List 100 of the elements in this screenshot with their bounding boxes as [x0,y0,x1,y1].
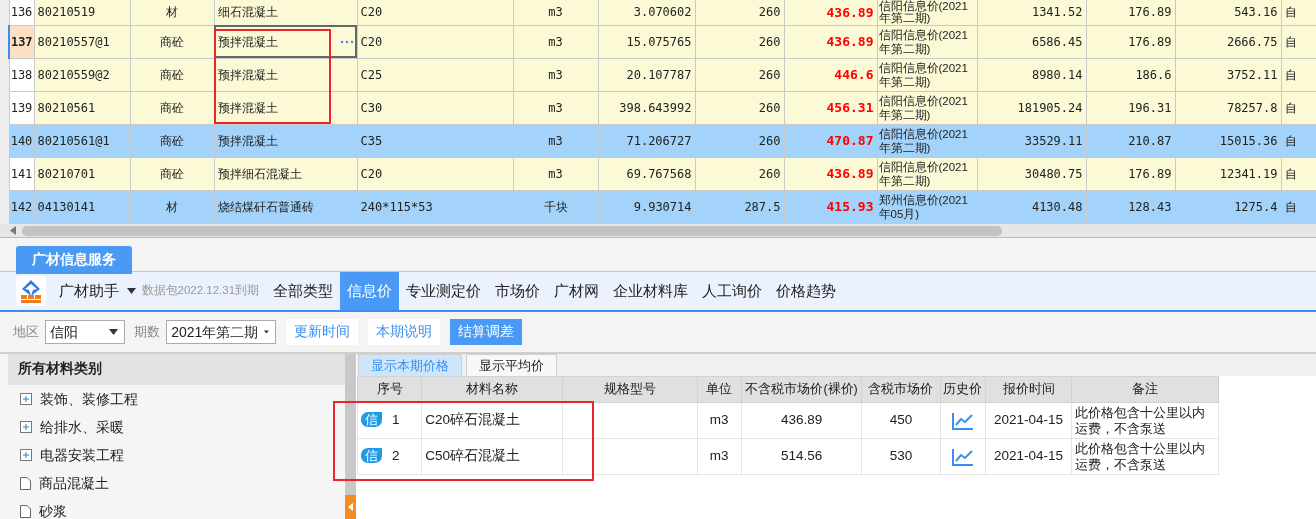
table-cell: 260 [695,91,784,124]
table-cell: 1275.4 [1175,190,1281,223]
table-cell: 210.87 [1086,124,1175,157]
table-cell: 12341.19 [1175,157,1281,190]
table-cell: 3.070602 [598,0,695,25]
app-menu[interactable]: 广材助手 [52,272,142,310]
table-cell: 33529.11 [977,124,1086,157]
expand-icon[interactable] [20,449,32,461]
price-cell: 436.89 [784,0,877,25]
row-number[interactable]: 136 [9,0,34,25]
table-cell: 2021-04-15 [985,402,1072,439]
region-select[interactable]: 信阳 [45,320,125,344]
table-cell: 预拌细石混凝土 [214,157,357,190]
view-tab[interactable]: 显示平均价 [466,354,557,376]
tree-item[interactable]: 装饰、装修工程 [8,385,345,413]
table-cell: 260 [695,25,784,58]
period-select[interactable]: 2021年第二期 [166,320,277,344]
toolbar-button[interactable]: 更新时间 [286,319,359,345]
table-cell: 260 [695,0,784,25]
table-cell: 2666.75 [1175,25,1281,58]
column-header[interactable]: 材料名称 [421,376,563,403]
table-cell: 商砼 [130,157,214,190]
table-cell: 预拌混凝土 [214,124,357,157]
tree-item[interactable]: 砂浆 [8,497,345,519]
column-header[interactable]: 报价时间 [985,376,1072,403]
table-cell: 80210519 [34,0,130,25]
table-cell: 30480.75 [977,157,1086,190]
table-cell: 6586.45 [977,25,1086,58]
column-header[interactable]: 备注 [1071,376,1219,403]
field-label: 地区 [13,323,39,341]
row-number[interactable]: 141 [9,157,34,190]
table-cell: C25 [357,58,513,91]
table-cell: 196.31 [1086,91,1175,124]
table-cell: 436.89 [741,402,862,439]
column-header[interactable]: 不含税市场价(裸价) [741,376,862,403]
nav-tab[interactable]: 广材网 [546,272,606,310]
more-icon[interactable] [339,39,354,44]
table-cell: m3 [513,0,598,25]
table-cell: 信阳信息价(2021年第二期) [877,0,977,25]
line-chart-icon[interactable] [951,447,974,466]
row-number[interactable]: 139 [9,91,34,124]
tree-item[interactable]: 商品混凝土 [8,469,345,497]
price-cell: 470.87 [784,124,877,157]
row-number[interactable]: 137 [9,25,34,58]
column-header[interactable]: 单位 [697,376,742,403]
column-header[interactable]: 历史价 [940,376,986,403]
line-chart-icon[interactable] [951,411,974,430]
table-cell: 商砼 [130,91,214,124]
nav-tab[interactable]: 专业测定价 [398,272,488,310]
table-cell: 04130141 [34,190,130,223]
caret-icon [264,329,270,335]
table-cell: m3 [697,402,742,439]
caret-icon [109,329,118,335]
scroll-left-icon[interactable] [10,226,16,235]
table-cell: 80210701 [34,157,130,190]
scrollbar-thumb[interactable] [22,225,1002,236]
table-cell: 信阳信息价(2021年第二期) [877,124,977,157]
table-cell: 20.107787 [598,58,695,91]
nav-tab[interactable]: 全部类型 [265,272,340,310]
table-cell: C35 [357,124,513,157]
table-cell: 80210561 [34,91,130,124]
row-number[interactable]: 138 [9,58,34,91]
expand-icon[interactable] [20,393,32,405]
table-cell: 260 [695,157,784,190]
nav-tab[interactable]: 人工询价 [694,272,769,310]
table-cell: 1341.52 [977,0,1086,25]
table-cell: 530 [861,438,941,475]
table-cell: 预拌混凝土 [214,58,357,91]
nav-tab[interactable]: 价格趋势 [768,272,843,310]
row-number: 2 [392,448,400,464]
column-header[interactable]: 含税市场价 [861,376,941,403]
tree-item[interactable]: 电器安装工程 [8,441,345,469]
table-cell: 15015.36 [1175,124,1281,157]
table-cell: 80210559@2 [34,58,130,91]
caret-icon [126,288,136,294]
table-cell: 材 [130,0,214,25]
nav-tab[interactable]: 市场价 [487,272,547,310]
table-cell: 信阳信息价(2021年第二期) [877,157,977,190]
table-cell: 80210557@1 [34,25,130,58]
table-cell: C50碎石混凝土 [421,438,563,475]
row-number[interactable]: 140 [9,124,34,157]
expand-icon[interactable] [20,421,32,433]
tree-item[interactable]: 给排水、采暖 [8,413,345,441]
table-cell: 商砼 [130,25,214,58]
panel-title: 所有材料类别 [8,354,345,385]
table-cell: 商砼 [130,58,214,91]
table-cell: 78257.8 [1175,91,1281,124]
column-header[interactable]: 规格型号 [562,376,698,403]
table-cell: 176.89 [1086,0,1175,25]
table-cell: 细石混凝土 [214,0,357,25]
column-header[interactable]: 序号 [357,376,422,403]
table-cell: C20 [357,157,513,190]
table-cell: 2021-04-15 [985,438,1072,475]
row-number[interactable]: 142 [9,190,34,223]
toolbar-button[interactable]: 本期说明 [368,319,441,345]
table-cell: 此价格包含十公里以内运费，不含泵送 [1071,402,1219,439]
nav-tab[interactable]: 企业材料库 [605,272,695,310]
table-cell: 此价格包含十公里以内运费，不含泵送 [1071,438,1219,475]
collapse-handle[interactable] [345,495,356,519]
table-cell: 450 [861,402,941,439]
